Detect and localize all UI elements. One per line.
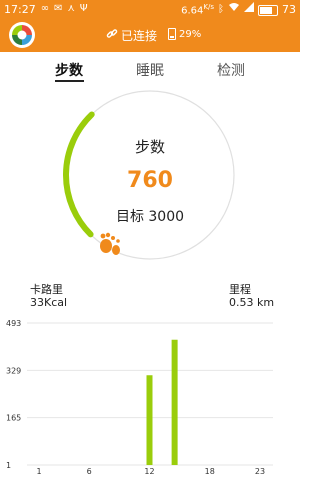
x-tick-label: 18 (205, 467, 215, 476)
battery-icon (168, 28, 176, 40)
bluetooth-icon: ᛒ (218, 3, 224, 15)
goal-text: 目标 3000 (115, 209, 185, 225)
link-icon (106, 28, 118, 43)
calories-label: 卡路里 (30, 283, 63, 296)
device-battery: 29% (168, 28, 201, 40)
net-speed: 6.64K/s (181, 2, 214, 17)
app-logo[interactable] (9, 22, 35, 48)
connection-text: 已连接 (121, 29, 158, 43)
chart-bar (171, 339, 178, 465)
y-tick-label: 493 (6, 319, 21, 328)
x-tick-label: 23 (255, 467, 265, 476)
app-bar: 已连接 29% (0, 18, 300, 52)
battery-icon (258, 4, 278, 16)
hourly-steps-chart: 493 329 165 1 1 6 12 18 23 (6, 319, 273, 476)
status-time: 17:27 (4, 2, 36, 16)
y-tick-label: 165 (6, 414, 21, 423)
y-tick-label: 329 (6, 366, 21, 375)
footprint-icon (100, 232, 120, 255)
wifi-icon (228, 2, 240, 17)
connection-status: 已连接 (106, 27, 157, 44)
y-tick-label: 1 (6, 461, 11, 470)
steps-ring-panel: 步数 760 目标 3000 (0, 88, 300, 278)
device-battery-text: 29% (179, 28, 202, 40)
share-icon: ⋏ (67, 3, 75, 14)
loop-icon: ∞ (40, 3, 50, 14)
tab-steps[interactable]: 步数 (55, 60, 83, 80)
battery-percent: 73 (282, 3, 296, 16)
usb-icon: Ψ (79, 3, 88, 14)
tab-active-indicator (55, 80, 84, 82)
mail-icon: ✉ (54, 3, 63, 14)
tab-detect[interactable]: 检测 (217, 60, 245, 80)
chart-bar (146, 375, 153, 465)
x-tick-label: 12 (144, 467, 154, 476)
tab-sleep[interactable]: 睡眠 (136, 60, 164, 80)
distance-label: 里程 (229, 283, 251, 296)
ring-title: 步数 (134, 138, 165, 156)
x-tick-label: 1 (36, 467, 41, 476)
signal-icon (244, 2, 254, 17)
steps-value: 760 (127, 168, 173, 193)
tab-bar: 步数 睡眠 检测 (0, 52, 300, 86)
status-bar: 17:27 ∞ ✉ ⋏ Ψ 6.64K/s ᛒ 73 (0, 0, 300, 18)
x-tick-label: 6 (87, 467, 92, 476)
